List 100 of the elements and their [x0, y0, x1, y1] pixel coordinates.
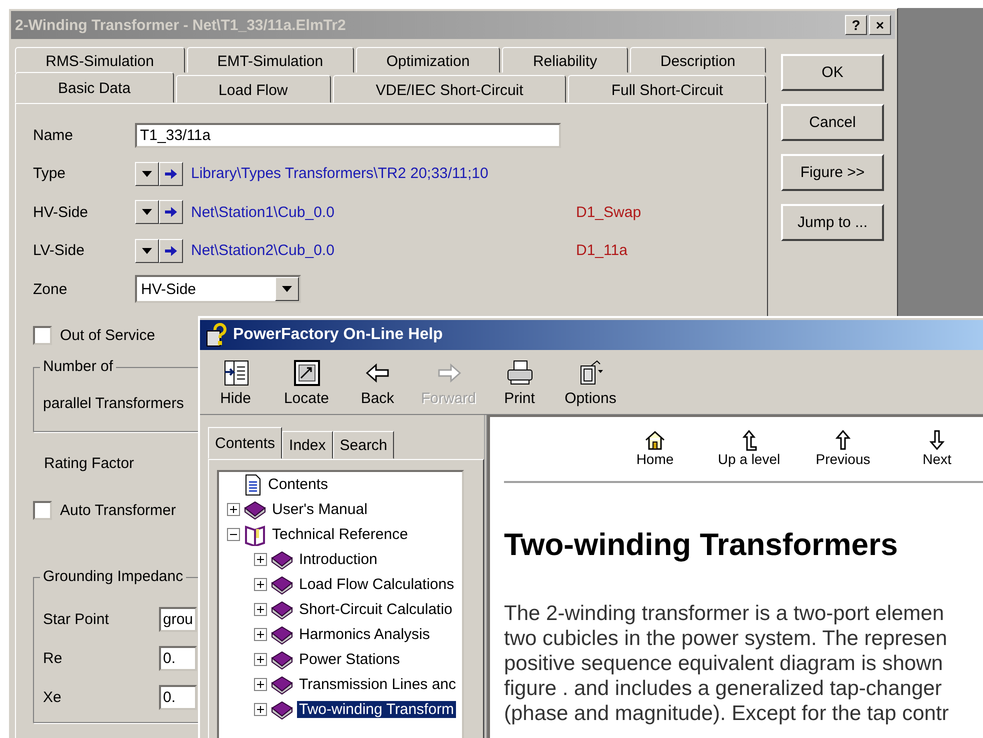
tree-item[interactable]: Introduction: [297, 551, 380, 568]
expand-toggle[interactable]: [227, 503, 240, 516]
tree-item[interactable]: Harmonics Analysis: [297, 626, 432, 643]
nav-link[interactable]: Previous: [796, 417, 890, 473]
toolbar-button[interactable]: Back: [342, 350, 413, 414]
expand-toggle[interactable]: [254, 578, 267, 591]
locate-icon: [292, 358, 322, 388]
dialog-button[interactable]: Figure >>: [781, 154, 884, 191]
name-field[interactable]: T1_33/11a: [135, 122, 561, 148]
help-button[interactable]: ?: [845, 15, 867, 35]
tab[interactable]: VDE/IEC Short-Circuit: [332, 75, 566, 103]
tree-item[interactable]: User's Manual: [270, 501, 370, 518]
book-icon: [270, 574, 294, 594]
collapse-toggle[interactable]: [227, 528, 240, 541]
jump-button[interactable]: [159, 162, 183, 186]
reference-tag: D1_Swap: [576, 204, 642, 221]
book-icon: [270, 624, 294, 644]
tree-item[interactable]: Transmission Lines anc: [297, 676, 458, 693]
jump-button[interactable]: [159, 200, 183, 224]
tab[interactable]: Basic Data: [15, 72, 174, 103]
plus-icon: [256, 580, 265, 589]
tab[interactable]: Contents: [208, 427, 282, 459]
nav-link[interactable]: Next: [890, 417, 983, 473]
arrow-icon: [165, 168, 177, 179]
caret-icon: [282, 286, 292, 292]
dropdown-button[interactable]: [135, 200, 159, 224]
nav-link[interactable]: Up a level: [702, 417, 796, 473]
reference-link[interactable]: Net\Station2\Cub_0.0: [191, 242, 576, 260]
jump-button[interactable]: [159, 238, 183, 263]
house-icon: [644, 429, 666, 451]
tab[interactable]: Load Flow: [176, 75, 331, 103]
field-label: Xe: [43, 688, 62, 706]
expand-toggle[interactable]: [254, 703, 267, 716]
tab[interactable]: EMT-Simulation: [186, 47, 354, 73]
book-icon: [270, 600, 294, 620]
checkbox[interactable]: [33, 326, 52, 345]
field-label: HV-Side: [33, 204, 90, 221]
checkbox[interactable]: [33, 501, 52, 520]
tree-item[interactable]: Short-Circuit Calculatio: [297, 601, 454, 618]
book-icon: [270, 650, 294, 670]
dropdown-button[interactable]: [135, 238, 159, 263]
tab[interactable]: Optimization: [356, 47, 500, 73]
tree-item[interactable]: Contents: [266, 476, 330, 493]
help-icon: [206, 323, 228, 347]
window-title: PowerFactory On-Line Help: [233, 326, 443, 344]
expand-toggle[interactable]: [254, 628, 267, 641]
dialog-button[interactable]: Jump to ...: [781, 204, 884, 241]
book-icon: [270, 700, 294, 720]
expand-toggle[interactable]: [254, 653, 267, 666]
dialog-button[interactable]: Cancel: [781, 104, 884, 141]
tab[interactable]: Search: [332, 431, 394, 459]
tab[interactable]: Description: [630, 47, 766, 73]
field-label: Star Point: [43, 610, 110, 628]
dropdown-button[interactable]: [135, 162, 159, 186]
tree-item[interactable]: Load Flow Calculations: [297, 576, 456, 593]
expand-toggle[interactable]: [254, 603, 267, 616]
arrow-icon: [165, 246, 177, 256]
reference-tag: D1_11a: [576, 242, 628, 260]
plus-icon: [229, 505, 238, 514]
checkbox-label: Auto Transformer: [60, 502, 176, 519]
tab[interactable]: Reliability: [502, 47, 628, 73]
caret-icon: [142, 170, 152, 177]
expand-toggle[interactable]: [254, 678, 267, 691]
tree-item[interactable]: Two-winding Transform: [297, 701, 456, 718]
toolbar-button[interactable]: Options: [555, 350, 626, 414]
group-title: Grounding Impedanc: [40, 568, 186, 584]
field-label: parallel Transformers: [43, 394, 184, 412]
tree-item[interactable]: Technical Reference: [270, 526, 410, 543]
value-field[interactable]: grou: [159, 606, 197, 632]
reference-link[interactable]: Library\Types Transformers\TR2 20;33/11;10: [191, 165, 576, 182]
toolbar-button[interactable]: Hide: [200, 350, 271, 414]
zone-dropdown[interactable]: HV-Side: [135, 275, 301, 304]
field-label: Re: [43, 650, 64, 666]
field-label: LV-Side: [33, 242, 86, 260]
toolbar-button[interactable]: Print: [484, 350, 555, 414]
tab[interactable]: Index: [282, 431, 333, 459]
tab[interactable]: Full Short-Circuit: [568, 75, 766, 103]
arrow-icon: [165, 207, 177, 218]
value-field[interactable]: 0.: [159, 684, 197, 710]
page-icon: [243, 474, 263, 496]
expand-toggle[interactable]: [254, 553, 267, 566]
field-label: Type: [33, 165, 67, 182]
book-icon: [270, 550, 294, 570]
caret-icon: [142, 209, 152, 216]
value-field[interactable]: 0.: [159, 646, 197, 670]
field-label: Rating Factor: [44, 455, 134, 472]
reference-link[interactable]: Net\Station1\Cub_0.0: [191, 204, 576, 221]
nav-link[interactable]: Home: [608, 417, 702, 473]
window-title: 2-Winding Transformer - Net\T1_33/11a.ElmTr2: [15, 16, 346, 34]
group-title: Number of: [40, 358, 116, 374]
toolbar-button[interactable]: Locate: [271, 350, 342, 414]
plus-icon: [256, 555, 265, 564]
tab[interactable]: RMS-Simulation: [15, 47, 185, 73]
dialog-button[interactable]: OK: [781, 54, 884, 91]
open-book-icon: [243, 524, 267, 546]
tree-item[interactable]: Power Stations: [297, 651, 402, 668]
plus-icon: [256, 705, 265, 714]
paragraph: The 2-winding transformer is a two-port elemen two cubicles in the power system. The represen positive sequence equivalent diagram is shown figure . and includes a generalized tap-changer (phase and magnitude). Except for the tap contr: [504, 601, 950, 726]
plus-icon: [256, 630, 265, 639]
close-button[interactable]: ×: [869, 15, 891, 35]
